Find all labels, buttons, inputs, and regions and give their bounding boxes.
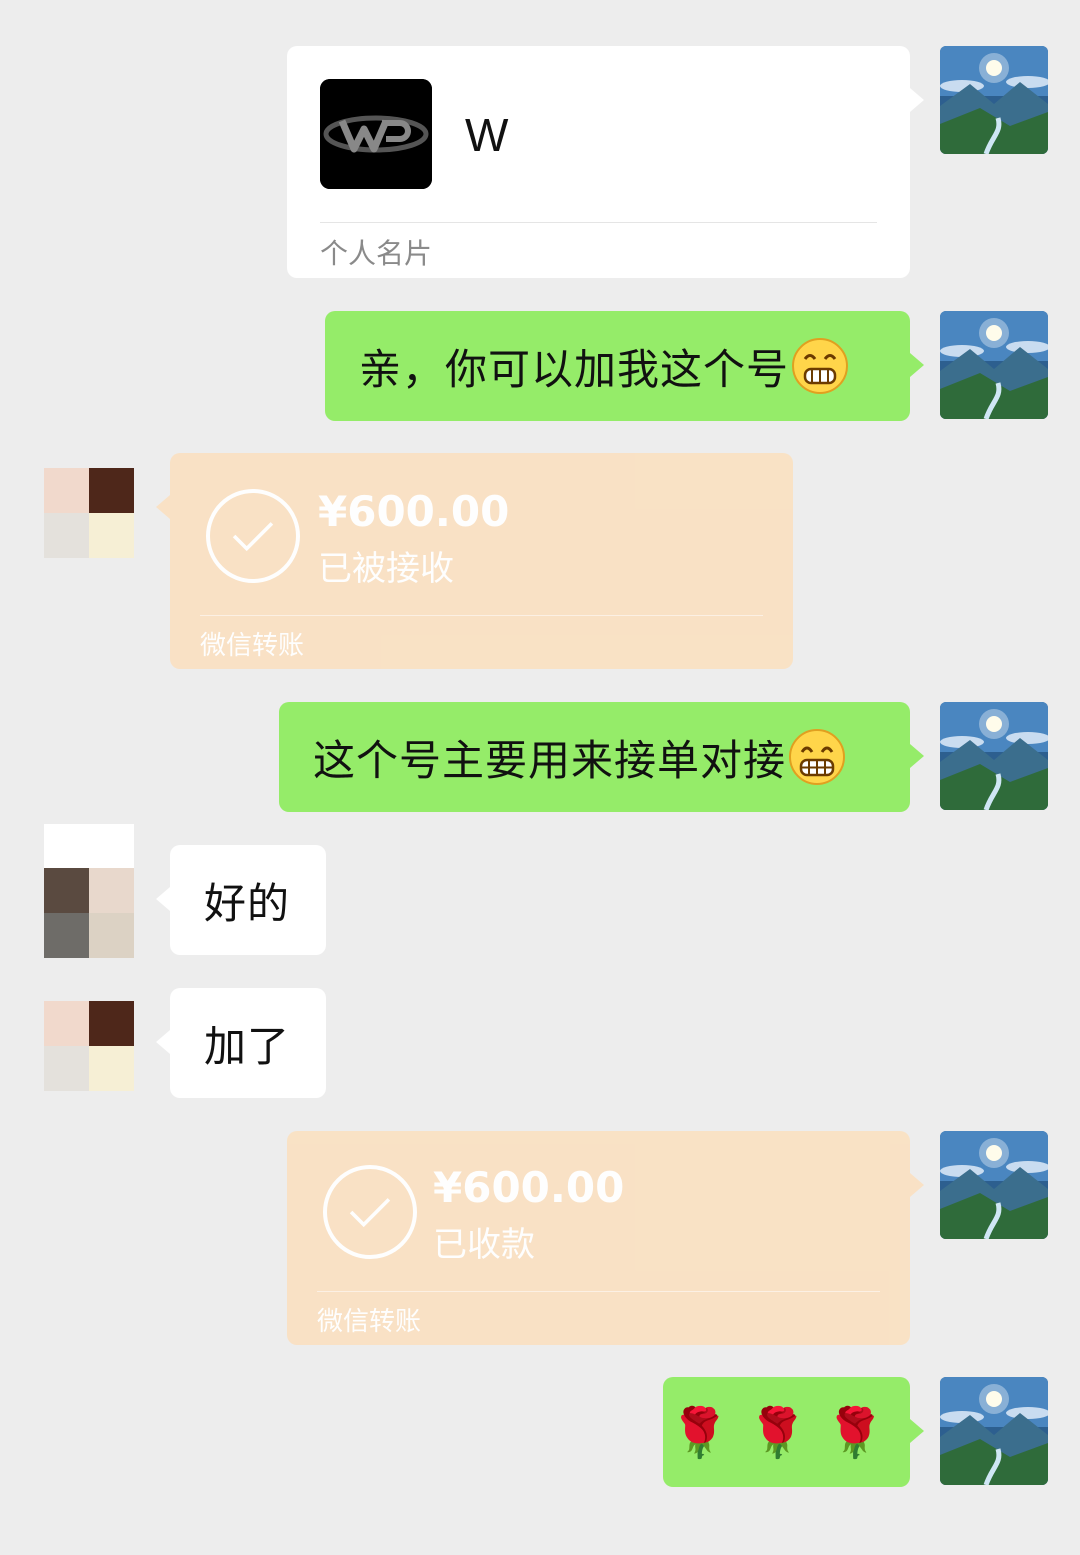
self-avatar[interactable] <box>940 1131 1048 1239</box>
contact-avatar[interactable] <box>44 1001 134 1091</box>
check-icon <box>206 489 300 583</box>
transfer-status: 已被接收 <box>318 549 454 589</box>
outgoing-text-bubble[interactable]: 亲，你可以加我这个号 <box>325 311 924 421</box>
avatar-tile <box>44 513 89 558</box>
card-divider <box>317 1291 880 1292</box>
avatar-tile <box>44 1046 89 1091</box>
card-type-label: 个人名片 <box>320 237 433 270</box>
landscape-avatar-icon <box>940 1377 1048 1485</box>
avatar-tile <box>44 468 89 513</box>
transfer-amount: ¥600.00 <box>433 1163 625 1212</box>
rose-emoji-icons: 🌹🌹🌹 <box>669 1404 904 1461</box>
message-text: 这个号主要用来接单对接 <box>313 735 787 785</box>
contact-avatar <box>320 79 432 189</box>
transfer-amount: ¥600.00 <box>318 487 510 536</box>
avatar-tile <box>89 513 134 558</box>
self-avatar[interactable] <box>940 46 1048 154</box>
card-divider <box>200 615 763 616</box>
self-avatar[interactable] <box>940 311 1048 419</box>
landscape-avatar-icon <box>940 311 1048 419</box>
avatar-tile <box>89 468 134 513</box>
avatar-tile <box>89 824 134 868</box>
contact-avatar[interactable] <box>44 468 134 558</box>
avatar-tile <box>44 913 89 958</box>
contact-card-message[interactable]: W 个人名片 <box>287 46 924 278</box>
transfer-status: 已收款 <box>433 1225 535 1265</box>
card-divider <box>320 222 877 223</box>
avatar-tile <box>44 1001 89 1046</box>
avatar-tile <box>89 913 134 958</box>
contact-avatar[interactable] <box>44 824 134 958</box>
transfer-footer: 微信转账 <box>317 1307 422 1337</box>
transfer-card-message[interactable]: ¥600.00 已收款 微信转账 <box>287 1131 924 1345</box>
avatar-tile <box>89 1046 134 1091</box>
w-logo-icon <box>320 79 432 189</box>
message-text: 亲，你可以加我这个号 <box>359 344 790 394</box>
landscape-avatar-icon <box>940 1131 1048 1239</box>
incoming-text-bubble[interactable]: 好的 <box>156 845 326 955</box>
incoming-text-bubble[interactable]: 加了 <box>156 988 326 1098</box>
check-icon <box>323 1165 417 1259</box>
message-text: 好的 <box>204 878 291 928</box>
landscape-avatar-icon <box>940 702 1048 810</box>
self-avatar[interactable] <box>940 702 1048 810</box>
outgoing-text-bubble[interactable]: 🌹🌹🌹 <box>663 1377 924 1487</box>
avatar-tile <box>89 1001 134 1046</box>
message-text: 加了 <box>204 1021 291 1071</box>
transfer-card-message[interactable]: ¥600.00 已被接收 微信转账 <box>156 453 793 669</box>
transfer-footer: 微信转账 <box>200 631 305 661</box>
grinning-face-icon <box>788 728 846 786</box>
outgoing-text-bubble[interactable]: 这个号主要用来接单对接 <box>279 702 924 812</box>
avatar-tile <box>44 868 89 913</box>
contact-name: W <box>465 109 509 161</box>
self-avatar[interactable] <box>940 1377 1048 1485</box>
grinning-face-icon <box>791 337 849 395</box>
avatar-tile <box>44 824 89 868</box>
avatar-tile <box>89 868 134 913</box>
landscape-avatar-icon <box>940 46 1048 154</box>
